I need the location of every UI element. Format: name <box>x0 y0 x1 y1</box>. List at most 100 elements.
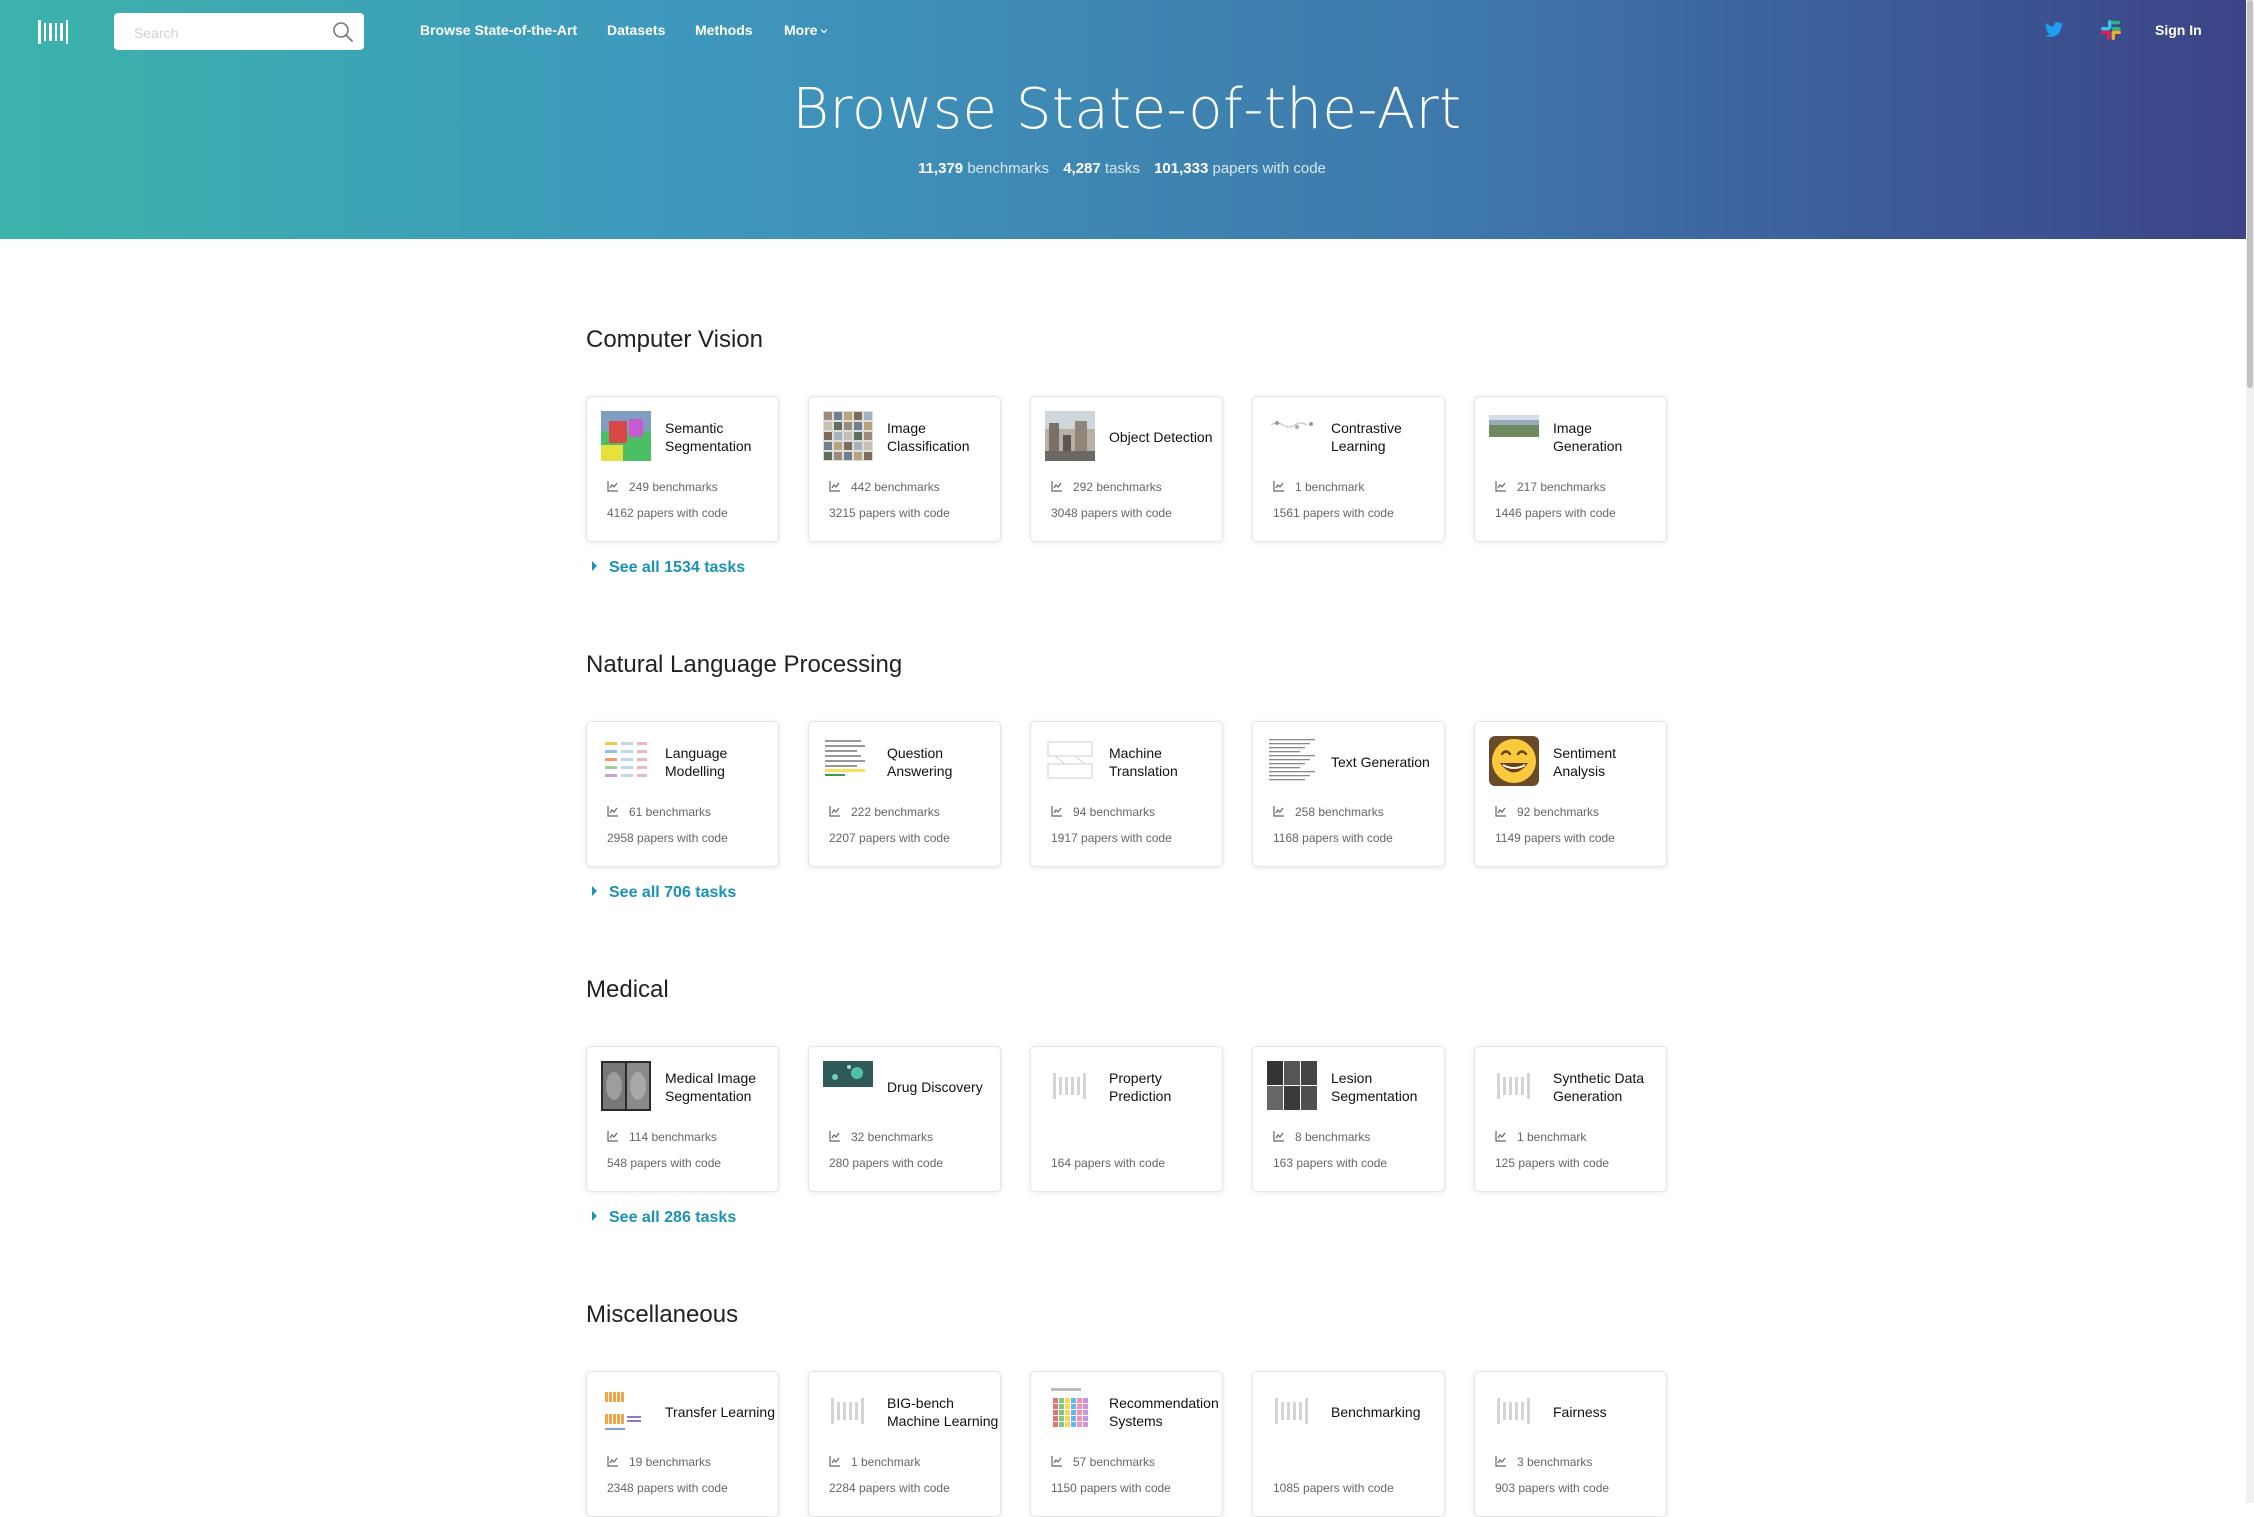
task-card-sentiment-analysis[interactable]: Sentiment Analysis 92 benchmarks 1149 pa… <box>1474 721 1667 867</box>
task-card-object-detection[interactable]: Object Detection 292 benchmarks 3048 pap… <box>1030 396 1223 542</box>
task-thumbnail-image <box>1045 411 1095 461</box>
benchmarks-label: 114 benchmarks <box>629 1130 717 1144</box>
see-all-tasks-link[interactable]: See all 286 tasks <box>592 1209 736 1227</box>
stat-papers-label: papers with code <box>1212 160 1326 177</box>
task-card-title[interactable]: Recommendation Systems <box>1109 1394 1221 1430</box>
task-card-title[interactable]: BIG-bench Machine Learning <box>887 1394 999 1430</box>
hero-banner: Browse State-of-the-Art Datasets Methods… <box>0 0 2254 239</box>
task-card-title[interactable]: Image Classification <box>887 419 999 455</box>
chart-line-icon <box>1495 1131 1506 1142</box>
task-thumbnail-image <box>1045 1061 1095 1111</box>
benchmarks-label: 249 benchmarks <box>629 480 718 494</box>
task-thumbnail-image <box>823 1061 873 1111</box>
task-card-medical-image-segmentation[interactable]: Medical Image Segmentation 114 benchmark… <box>586 1046 779 1192</box>
task-card-title[interactable]: Language Modelling <box>665 744 777 780</box>
page-title: Browse State-of-the-Art <box>792 77 1462 142</box>
chart-line-icon <box>607 1131 618 1142</box>
benchmarks-label: 57 benchmarks <box>1073 1455 1156 1469</box>
task-benchmarks-count: 94 benchmarks <box>1051 805 1155 819</box>
task-card-machine-translation[interactable]: Machine Translation 94 benchmarks 1917 p… <box>1030 721 1223 867</box>
task-card-contrastive-learning[interactable]: Contrastive Learning 1 benchmark 1561 pa… <box>1252 396 1445 542</box>
task-card-title[interactable]: Semantic Segmentation <box>665 419 777 455</box>
task-papers-count: 3048 papers with code <box>1051 506 1172 520</box>
task-card-lesion-segmentation[interactable]: Lesion Segmentation 8 benchmarks 163 pap… <box>1252 1046 1445 1192</box>
task-card-benchmarking[interactable]: Benchmarking 1085 papers with code <box>1252 1371 1445 1517</box>
task-card-title[interactable]: Lesion Segmentation <box>1331 1069 1443 1105</box>
task-card-semantic-segmentation[interactable]: Semantic Segmentation 249 benchmarks 416… <box>586 396 779 542</box>
task-card-image-generation[interactable]: Image Generation 217 benchmarks 1446 pap… <box>1474 396 1667 542</box>
task-card-synthetic-data-generation[interactable]: Synthetic Data Generation 1 benchmark 12… <box>1474 1046 1667 1192</box>
chart-line-icon <box>1273 481 1284 492</box>
task-card-title[interactable]: Object Detection <box>1109 419 1221 455</box>
chart-line-icon <box>1495 1456 1506 1467</box>
task-papers-count: 125 papers with code <box>1495 1156 1610 1170</box>
task-thumbnail-image <box>1267 1061 1317 1111</box>
benchmarks-label: 1 benchmark <box>1295 480 1365 494</box>
nav-browse-sota[interactable]: Browse State-of-the-Art <box>420 22 577 38</box>
search-box[interactable] <box>114 13 364 52</box>
task-card-drug-discovery[interactable]: Drug Discovery 32 benchmarks 280 papers … <box>808 1046 1001 1192</box>
task-thumbnail-image <box>601 411 651 461</box>
task-card-title[interactable]: Sentiment Analysis <box>1553 744 1665 780</box>
benchmarks-label: 61 benchmarks <box>629 805 712 819</box>
task-card-fairness[interactable]: Fairness 3 benchmarks 903 papers with co… <box>1474 1371 1667 1517</box>
task-card-title[interactable]: Machine Translation <box>1109 744 1221 780</box>
task-thumbnail-image <box>1267 736 1317 786</box>
task-card-title[interactable]: Drug Discovery <box>887 1069 999 1105</box>
slack-icon[interactable] <box>2099 18 2123 42</box>
twitter-icon[interactable] <box>2044 20 2064 40</box>
nav-methods[interactable]: Methods <box>695 22 753 38</box>
task-card-title[interactable]: Fairness <box>1553 1394 1665 1430</box>
see-all-label[interactable]: See all 1534 tasks <box>609 559 745 576</box>
section-title: Natural Language Processing <box>586 651 903 678</box>
section-title: Medical <box>586 976 669 1003</box>
see-all-label[interactable]: See all 286 tasks <box>609 1209 736 1226</box>
task-card-title[interactable]: Benchmarking <box>1331 1394 1443 1430</box>
sign-in-link[interactable]: Sign In <box>2155 22 2202 38</box>
task-card-title[interactable]: Image Generation <box>1553 419 1665 455</box>
task-papers-count: 1085 papers with code <box>1273 1481 1394 1495</box>
task-card-title[interactable]: Medical Image Segmentation <box>665 1069 777 1105</box>
search-input[interactable] <box>132 13 326 52</box>
task-thumbnail-image <box>601 1386 651 1436</box>
benchmarks-label: 292 benchmarks <box>1073 480 1162 494</box>
nav-datasets[interactable]: Datasets <box>607 22 665 38</box>
task-benchmarks-count: 1 benchmark <box>1273 480 1364 494</box>
task-card-text-generation[interactable]: Text Generation 258 benchmarks 1168 pape… <box>1252 721 1445 867</box>
task-card-image-classification[interactable]: Image Classification 442 benchmarks 3215… <box>808 396 1001 542</box>
task-card-property-prediction[interactable]: Property Prediction 164 papers with code <box>1030 1046 1223 1192</box>
task-papers-count: 548 papers with code <box>607 1156 722 1170</box>
task-papers-count: 163 papers with code <box>1273 1156 1388 1170</box>
task-thumbnail-image <box>1045 736 1095 786</box>
caret-right-icon <box>592 886 597 896</box>
see-all-tasks-link[interactable]: See all 1534 tasks <box>592 559 745 577</box>
task-card-question-answering[interactable]: Question Answering 222 benchmarks 2207 p… <box>808 721 1001 867</box>
task-card-title[interactable]: Property Prediction <box>1109 1069 1221 1105</box>
task-benchmarks-count: 222 benchmarks <box>829 805 940 819</box>
task-card-title[interactable]: Contrastive Learning <box>1331 419 1443 455</box>
task-card-title[interactable]: Text Generation <box>1331 744 1443 780</box>
task-benchmarks-count: 249 benchmarks <box>607 480 718 494</box>
task-papers-count: 2207 papers with code <box>829 831 950 845</box>
task-card-recommendation-systems[interactable]: Recommendation Systems 57 benchmarks 115… <box>1030 1371 1223 1517</box>
task-card-title[interactable]: Transfer Learning <box>665 1394 777 1430</box>
chart-line-icon <box>1273 806 1284 817</box>
see-all-label[interactable]: See all 706 tasks <box>609 884 736 901</box>
task-card-title[interactable]: Synthetic Data Generation <box>1553 1069 1665 1105</box>
chart-line-icon <box>607 1456 618 1467</box>
task-benchmarks-count: 217 benchmarks <box>1495 480 1606 494</box>
task-card-title[interactable]: Question Answering <box>887 744 999 780</box>
search-icon[interactable] <box>332 21 354 43</box>
task-card-transfer-learning[interactable]: Transfer Learning 19 benchmarks 2348 pap… <box>586 1371 779 1517</box>
task-benchmarks-count: 32 benchmarks <box>829 1130 933 1144</box>
task-card-big-bench-machine-learning[interactable]: BIG-bench Machine Learning 1 benchmark 2… <box>808 1371 1001 1517</box>
chart-line-icon <box>607 481 618 492</box>
nav-more[interactable]: More <box>784 22 829 38</box>
chart-line-icon <box>1495 806 1506 817</box>
site-logo-icon[interactable] <box>38 20 68 44</box>
task-card-language-modelling[interactable]: Language Modelling 61 benchmarks 2958 pa… <box>586 721 779 867</box>
task-papers-count: 1446 papers with code <box>1495 506 1616 520</box>
task-thumbnail-image <box>601 736 651 786</box>
scrollbar-thumb[interactable] <box>2247 0 2253 388</box>
see-all-tasks-link[interactable]: See all 706 tasks <box>592 884 736 902</box>
